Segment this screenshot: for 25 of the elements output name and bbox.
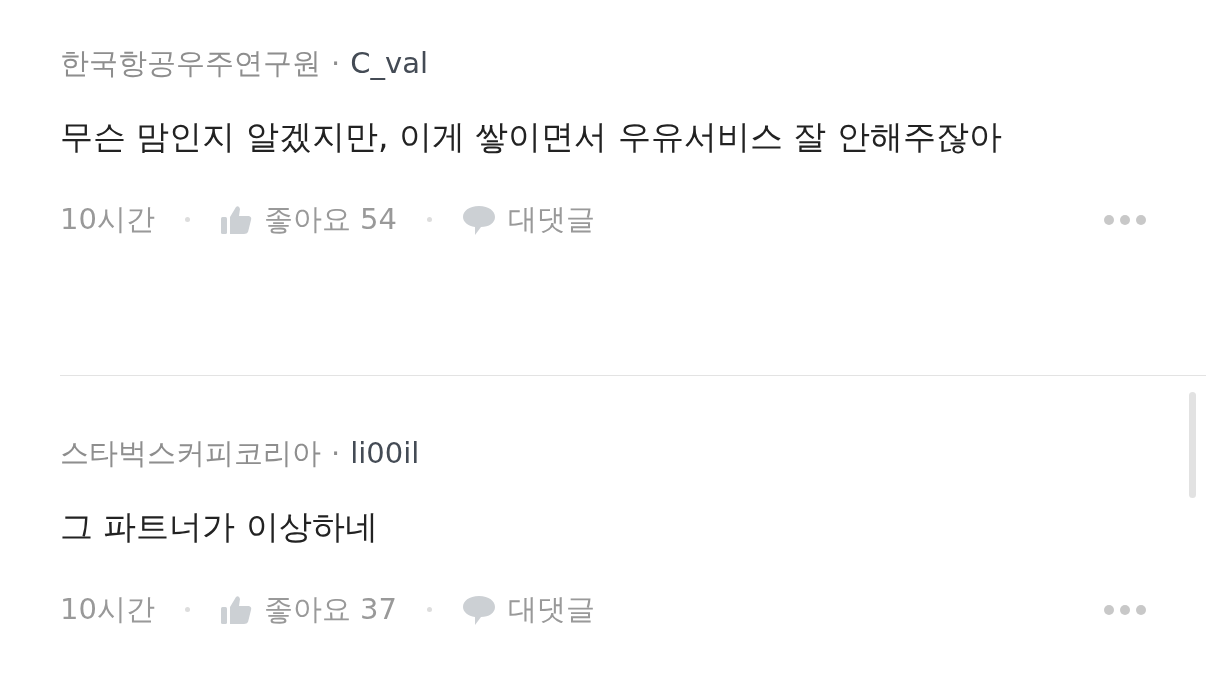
reply-button[interactable]: 대댓글 [462,587,596,632]
like-button[interactable]: 좋아요 37 [219,587,398,632]
thumbs-up-icon [219,204,252,235]
separator: · [331,436,341,471]
timestamp: 10시간 [60,200,155,238]
username[interactable]: li00il [350,436,420,471]
organization-name: 스타벅스커피코리아 [60,436,321,471]
thumbs-up-icon [219,594,252,625]
separator-dot [427,217,433,223]
separator-dot [184,217,190,223]
username[interactable]: C_val [350,46,428,81]
more-icon[interactable] [1104,604,1146,615]
separator-dot [427,607,433,613]
speech-bubble-icon [462,203,497,236]
separator-dot [184,607,190,613]
comment-text: 무슨 맘인지 알겠지만, 이게 쌓이면서 우유서비스 잘 안해주잖아 [60,115,1003,158]
reply-button[interactable]: 대댓글 [462,197,596,242]
more-icon[interactable] [1104,214,1146,225]
speech-bubble-icon [462,593,497,626]
scrollbar[interactable] [1189,392,1196,498]
separator: · [331,46,341,81]
timestamp: 10시간 [60,590,155,628]
like-button[interactable]: 좋아요 54 [219,197,398,242]
organization-name: 한국항공우주연구원 [60,46,321,81]
comment-text: 그 파트너가 이상하네 [60,505,379,548]
